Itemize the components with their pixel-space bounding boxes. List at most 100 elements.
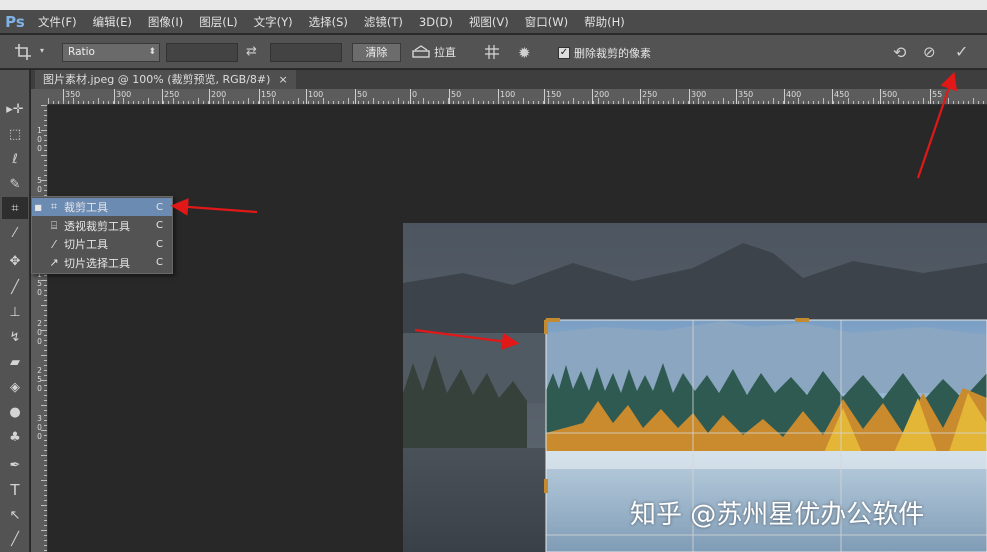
vertical-ruler[interactable]: 10050100150200250300	[31, 105, 48, 552]
gear-icon[interactable]: ✹	[518, 44, 531, 62]
ruler-minor-tick	[728, 101, 729, 104]
menu-item-9[interactable]: 窗口(W)	[517, 10, 576, 34]
flyout-item-3[interactable]: ↗ 切片选择工具 C	[32, 254, 172, 272]
preset-dropdown-arrow-icon[interactable]: ▾	[40, 46, 44, 55]
ruler-minor-tick	[303, 101, 304, 104]
delete-cropped-checkbox[interactable]: ✓	[558, 47, 570, 59]
ruler-minor-tick	[41, 330, 47, 331]
horizontal-ruler[interactable]: 350 300 250 200 150 100 50 0 50 100 150 200 250 300 35…	[48, 89, 987, 105]
tool-line[interactable]: ╱	[2, 528, 28, 550]
ruler-minor-tick	[488, 101, 489, 104]
straighten-button[interactable]: 拉直	[412, 44, 456, 60]
tool-history-brush[interactable]: ↯	[2, 326, 28, 348]
flyout-item-1[interactable]: ⌸ 透视裁剪工具 C	[32, 217, 172, 235]
tool-crop[interactable]: ⌗	[2, 197, 28, 219]
tool-path-select[interactable]: ↖	[2, 504, 28, 526]
history-brush-icon: ↯	[9, 329, 21, 345]
ruler-label: 250	[164, 90, 180, 99]
tool-marquee[interactable]: ⬚	[2, 123, 28, 145]
tool-move[interactable]: ▸✛	[2, 98, 28, 120]
crop-icon: ⌗	[50, 200, 58, 213]
commit-check-icon[interactable]: ✓	[955, 42, 968, 61]
ruler-minor-tick	[958, 101, 959, 104]
ruler-label: 500	[882, 90, 898, 99]
menu-item-7[interactable]: 3D(D)	[411, 10, 461, 34]
flyout-item-2[interactable]: ⁄ 切片工具 C	[32, 235, 172, 253]
menu-item-2[interactable]: 图像(I)	[140, 10, 191, 34]
ruler-minor-tick	[518, 101, 519, 104]
ruler-minor-tick	[978, 101, 979, 104]
tool-dodge[interactable]: ♣	[2, 426, 28, 448]
ruler-minor-tick	[683, 101, 684, 104]
menu-item-6[interactable]: 滤镜(T)	[356, 10, 411, 34]
ruler-minor-tick	[753, 101, 754, 104]
ruler-minor-tick	[278, 101, 279, 104]
ratio-width-input[interactable]	[166, 43, 238, 62]
delete-cropped-pixels-option[interactable]: ✓ 删除裁剪的像素	[558, 45, 651, 61]
ruler-label: 100	[308, 90, 324, 99]
menu-item-1[interactable]: 编辑(E)	[85, 10, 140, 34]
ruler-minor-tick	[283, 101, 284, 104]
ruler-minor-tick	[743, 101, 744, 104]
ruler-minor-tick	[41, 130, 47, 131]
tool-pen[interactable]: ✒	[2, 454, 28, 476]
ruler-minor-tick	[44, 140, 47, 141]
ruler-minor-tick	[938, 101, 939, 104]
crop-icon: ⌗	[11, 200, 19, 216]
ruler-minor-tick	[828, 101, 829, 104]
tool-eyedropper[interactable]: ⁄	[2, 222, 28, 244]
ruler-minor-tick	[44, 360, 47, 361]
ruler-label: 1	[37, 126, 42, 135]
ruler-minor-tick	[108, 101, 109, 104]
ruler-minor-tick	[44, 400, 47, 401]
ratio-height-input[interactable]	[270, 43, 342, 62]
tool-type[interactable]: T	[2, 479, 28, 501]
tool-healing[interactable]: ✥	[2, 250, 28, 272]
ruler-minor-tick	[593, 101, 594, 104]
ruler-minor-tick	[228, 101, 229, 104]
tools-panel: ▸✛ ⬚ ℓ ✎ ⌗ ⁄ ✥ ╱ ⊥ ↯ ▰ ◈ ● ♣ ✒ T ↖ ╱	[0, 70, 30, 552]
ruler-minor-tick	[44, 550, 47, 551]
cancel-icon[interactable]: ⊘	[923, 43, 936, 61]
document-canvas[interactable]	[48, 105, 987, 552]
ruler-minor-tick	[323, 98, 324, 104]
ruler-minor-tick	[783, 101, 784, 104]
menu-item-8[interactable]: 视图(V)	[461, 10, 517, 34]
tool-lasso[interactable]: ℓ	[2, 148, 28, 170]
flyout-item-0[interactable]: ■ ⌗ 裁剪工具 C	[32, 198, 172, 216]
ruler-minor-tick	[308, 101, 309, 104]
overlay-grid-icon[interactable]	[484, 44, 500, 60]
reset-icon[interactable]: ⟲	[893, 43, 906, 62]
close-icon[interactable]: ×	[278, 70, 287, 89]
ruler-minor-tick	[768, 101, 769, 104]
tool-paint-bucket[interactable]: ◈	[2, 376, 28, 398]
tool-eraser[interactable]: ▰	[2, 351, 28, 373]
swap-icon[interactable]: ⇄	[246, 44, 257, 59]
menu-item-5[interactable]: 选择(S)	[301, 10, 356, 34]
menu-item-0[interactable]: 文件(F)	[30, 10, 85, 34]
ruler-minor-tick	[41, 180, 47, 181]
ruler-minor-tick	[408, 101, 409, 104]
ruler-minor-tick	[643, 101, 644, 104]
ruler-minor-tick	[423, 98, 424, 104]
menu-item-3[interactable]: 图层(L)	[191, 10, 245, 34]
ruler-minor-tick	[41, 530, 47, 531]
ruler-minor-tick	[403, 101, 404, 104]
tool-quick-select[interactable]: ✎	[2, 173, 28, 195]
clear-button[interactable]: 清除	[352, 43, 401, 62]
ruler-minor-tick	[44, 520, 47, 521]
tool-blur[interactable]: ●	[2, 401, 28, 423]
ruler-origin[interactable]	[31, 89, 48, 105]
flyout-item-shortcut: C	[156, 238, 163, 250]
tool-brush[interactable]: ╱	[2, 276, 28, 298]
ruler-minor-tick	[44, 495, 47, 496]
menu-item-4[interactable]: 文字(Y)	[246, 10, 301, 34]
brush-icon: ╱	[11, 279, 19, 295]
tool-stamp[interactable]: ⊥	[2, 301, 28, 323]
crop-tool-preset-icon[interactable]	[14, 43, 32, 61]
flyout-item-shortcut: C	[156, 201, 163, 213]
ratio-select[interactable]: Ratio ⬍	[62, 43, 160, 62]
menu-item-10[interactable]: 帮助(H)	[576, 10, 633, 34]
document-tab[interactable]: 图片素材.jpeg @ 100% (裁剪预览, RGB/8#) ×	[35, 70, 296, 89]
ruler-minor-tick	[673, 98, 674, 104]
